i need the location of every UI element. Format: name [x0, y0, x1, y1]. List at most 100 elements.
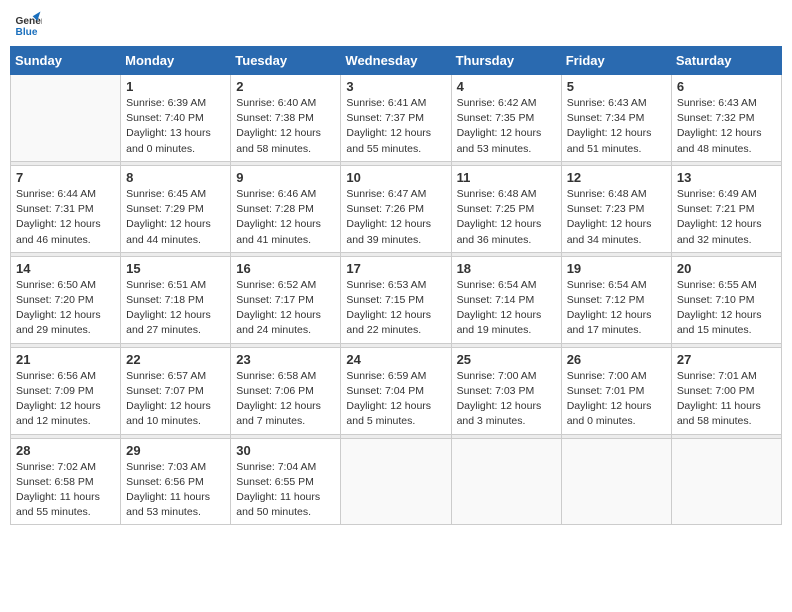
calendar-cell: 24 Sunrise: 6:59 AMSunset: 7:04 PMDayligh… — [341, 347, 451, 434]
day-number: 29 — [126, 443, 225, 458]
calendar-cell: 21 Sunrise: 6:56 AMSunset: 7:09 PMDayligh… — [11, 347, 121, 434]
day-number: 10 — [346, 170, 445, 185]
day-number: 15 — [126, 261, 225, 276]
calendar-cell — [11, 75, 121, 162]
day-number: 14 — [16, 261, 115, 276]
day-number: 23 — [236, 352, 335, 367]
day-info: Sunrise: 6:43 AMSunset: 7:32 PMDaylight:… — [677, 96, 776, 157]
calendar-cell: 4 Sunrise: 6:42 AMSunset: 7:35 PMDaylight… — [451, 75, 561, 162]
logo-icon: General Blue — [14, 10, 42, 38]
day-info: Sunrise: 6:49 AMSunset: 7:21 PMDaylight:… — [677, 187, 776, 248]
calendar-cell: 23 Sunrise: 6:58 AMSunset: 7:06 PMDayligh… — [231, 347, 341, 434]
weekday-header-friday: Friday — [561, 47, 671, 75]
day-number: 2 — [236, 79, 335, 94]
day-info: Sunrise: 6:39 AMSunset: 7:40 PMDaylight:… — [126, 96, 225, 157]
day-info: Sunrise: 6:59 AMSunset: 7:04 PMDaylight:… — [346, 369, 445, 430]
day-info: Sunrise: 6:57 AMSunset: 7:07 PMDaylight:… — [126, 369, 225, 430]
day-number: 4 — [457, 79, 556, 94]
day-number: 17 — [346, 261, 445, 276]
day-number: 5 — [567, 79, 666, 94]
calendar-cell: 18 Sunrise: 6:54 AMSunset: 7:14 PMDayligh… — [451, 256, 561, 343]
day-number: 12 — [567, 170, 666, 185]
day-info: Sunrise: 6:53 AMSunset: 7:15 PMDaylight:… — [346, 278, 445, 339]
calendar-cell — [561, 438, 671, 525]
calendar-cell: 27 Sunrise: 7:01 AMSunset: 7:00 PMDayligh… — [671, 347, 781, 434]
calendar-week-row: 21 Sunrise: 6:56 AMSunset: 7:09 PMDayligh… — [11, 347, 782, 434]
day-number: 28 — [16, 443, 115, 458]
day-info: Sunrise: 6:48 AMSunset: 7:25 PMDaylight:… — [457, 187, 556, 248]
calendar-cell: 22 Sunrise: 6:57 AMSunset: 7:07 PMDayligh… — [121, 347, 231, 434]
calendar-cell: 2Sunrise: 6:40 AMSunset: 7:38 PMDaylight… — [231, 75, 341, 162]
day-number: 9 — [236, 170, 335, 185]
day-info: Sunrise: 6:51 AMSunset: 7:18 PMDaylight:… — [126, 278, 225, 339]
calendar-cell: 17 Sunrise: 6:53 AMSunset: 7:15 PMDayligh… — [341, 256, 451, 343]
day-info: Sunrise: 6:43 AMSunset: 7:34 PMDaylight:… — [567, 96, 666, 157]
calendar-header-row: SundayMondayTuesdayWednesdayThursdayFrid… — [11, 47, 782, 75]
calendar-cell: 14 Sunrise: 6:50 AMSunset: 7:20 PMDayligh… — [11, 256, 121, 343]
day-info: Sunrise: 6:52 AMSunset: 7:17 PMDaylight:… — [236, 278, 335, 339]
calendar-cell: 12Sunrise: 6:48 AMSunset: 7:23 PMDayligh… — [561, 165, 671, 252]
calendar-week-row: 7Sunrise: 6:44 AMSunset: 7:31 PMDaylight… — [11, 165, 782, 252]
day-number: 11 — [457, 170, 556, 185]
day-info: Sunrise: 6:54 AMSunset: 7:14 PMDaylight:… — [457, 278, 556, 339]
day-info: Sunrise: 7:01 AMSunset: 7:00 PMDaylight:… — [677, 369, 776, 430]
calendar-cell: 3 Sunrise: 6:41 AMSunset: 7:37 PMDaylight… — [341, 75, 451, 162]
calendar-cell: 25 Sunrise: 7:00 AMSunset: 7:03 PMDayligh… — [451, 347, 561, 434]
weekday-header-sunday: Sunday — [11, 47, 121, 75]
day-number: 20 — [677, 261, 776, 276]
day-info: Sunrise: 7:00 AMSunset: 7:01 PMDaylight:… — [567, 369, 666, 430]
calendar-week-row: 1 Sunrise: 6:39 AMSunset: 7:40 PMDaylight… — [11, 75, 782, 162]
calendar-cell — [671, 438, 781, 525]
day-info: Sunrise: 6:45 AMSunset: 7:29 PMDaylight:… — [126, 187, 225, 248]
svg-text:Blue: Blue — [16, 27, 38, 38]
calendar-cell: 11 Sunrise: 6:48 AMSunset: 7:25 PMDayligh… — [451, 165, 561, 252]
calendar-cell: 1 Sunrise: 6:39 AMSunset: 7:40 PMDaylight… — [121, 75, 231, 162]
day-info: Sunrise: 6:54 AMSunset: 7:12 PMDaylight:… — [567, 278, 666, 339]
day-number: 27 — [677, 352, 776, 367]
calendar-cell: 20 Sunrise: 6:55 AMSunset: 7:10 PMDayligh… — [671, 256, 781, 343]
calendar-cell — [341, 438, 451, 525]
day-info: Sunrise: 6:50 AMSunset: 7:20 PMDaylight:… — [16, 278, 115, 339]
day-info: Sunrise: 6:41 AMSunset: 7:37 PMDaylight:… — [346, 96, 445, 157]
day-info: Sunrise: 7:03 AMSunset: 6:56 PMDaylight:… — [126, 460, 225, 521]
calendar-cell: 15 Sunrise: 6:51 AMSunset: 7:18 PMDayligh… — [121, 256, 231, 343]
calendar-cell: 7Sunrise: 6:44 AMSunset: 7:31 PMDaylight… — [11, 165, 121, 252]
weekday-header-tuesday: Tuesday — [231, 47, 341, 75]
day-number: 1 — [126, 79, 225, 94]
calendar-cell: 13 Sunrise: 6:49 AMSunset: 7:21 PMDayligh… — [671, 165, 781, 252]
calendar-cell: 6 Sunrise: 6:43 AMSunset: 7:32 PMDaylight… — [671, 75, 781, 162]
day-number: 3 — [346, 79, 445, 94]
day-number: 18 — [457, 261, 556, 276]
calendar-cell: 28Sunrise: 7:02 AMSunset: 6:58 PMDayligh… — [11, 438, 121, 525]
day-info: Sunrise: 6:56 AMSunset: 7:09 PMDaylight:… — [16, 369, 115, 430]
calendar-cell — [451, 438, 561, 525]
day-number: 16 — [236, 261, 335, 276]
day-number: 13 — [677, 170, 776, 185]
calendar-cell: 29 Sunrise: 7:03 AMSunset: 6:56 PMDayligh… — [121, 438, 231, 525]
day-info: Sunrise: 7:04 AMSunset: 6:55 PMDaylight:… — [236, 460, 335, 521]
calendar-cell: 16 Sunrise: 6:52 AMSunset: 7:17 PMDayligh… — [231, 256, 341, 343]
day-info: Sunrise: 6:55 AMSunset: 7:10 PMDaylight:… — [677, 278, 776, 339]
weekday-header-monday: Monday — [121, 47, 231, 75]
day-info: Sunrise: 6:42 AMSunset: 7:35 PMDaylight:… — [457, 96, 556, 157]
logo: General Blue — [14, 10, 44, 38]
calendar-cell: 9Sunrise: 6:46 AMSunset: 7:28 PMDaylight… — [231, 165, 341, 252]
page-header: General Blue — [10, 10, 782, 38]
day-info: Sunrise: 6:44 AMSunset: 7:31 PMDaylight:… — [16, 187, 115, 248]
calendar-table: SundayMondayTuesdayWednesdayThursdayFrid… — [10, 46, 782, 525]
calendar-cell: 26Sunrise: 7:00 AMSunset: 7:01 PMDayligh… — [561, 347, 671, 434]
day-number: 25 — [457, 352, 556, 367]
day-number: 24 — [346, 352, 445, 367]
day-number: 21 — [16, 352, 115, 367]
day-number: 19 — [567, 261, 666, 276]
day-info: Sunrise: 7:00 AMSunset: 7:03 PMDaylight:… — [457, 369, 556, 430]
day-info: Sunrise: 6:58 AMSunset: 7:06 PMDaylight:… — [236, 369, 335, 430]
day-number: 30 — [236, 443, 335, 458]
day-number: 22 — [126, 352, 225, 367]
weekday-header-thursday: Thursday — [451, 47, 561, 75]
calendar-week-row: 14 Sunrise: 6:50 AMSunset: 7:20 PMDayligh… — [11, 256, 782, 343]
calendar-cell: 30 Sunrise: 7:04 AMSunset: 6:55 PMDayligh… — [231, 438, 341, 525]
day-number: 6 — [677, 79, 776, 94]
calendar-cell: 5 Sunrise: 6:43 AMSunset: 7:34 PMDaylight… — [561, 75, 671, 162]
weekday-header-saturday: Saturday — [671, 47, 781, 75]
